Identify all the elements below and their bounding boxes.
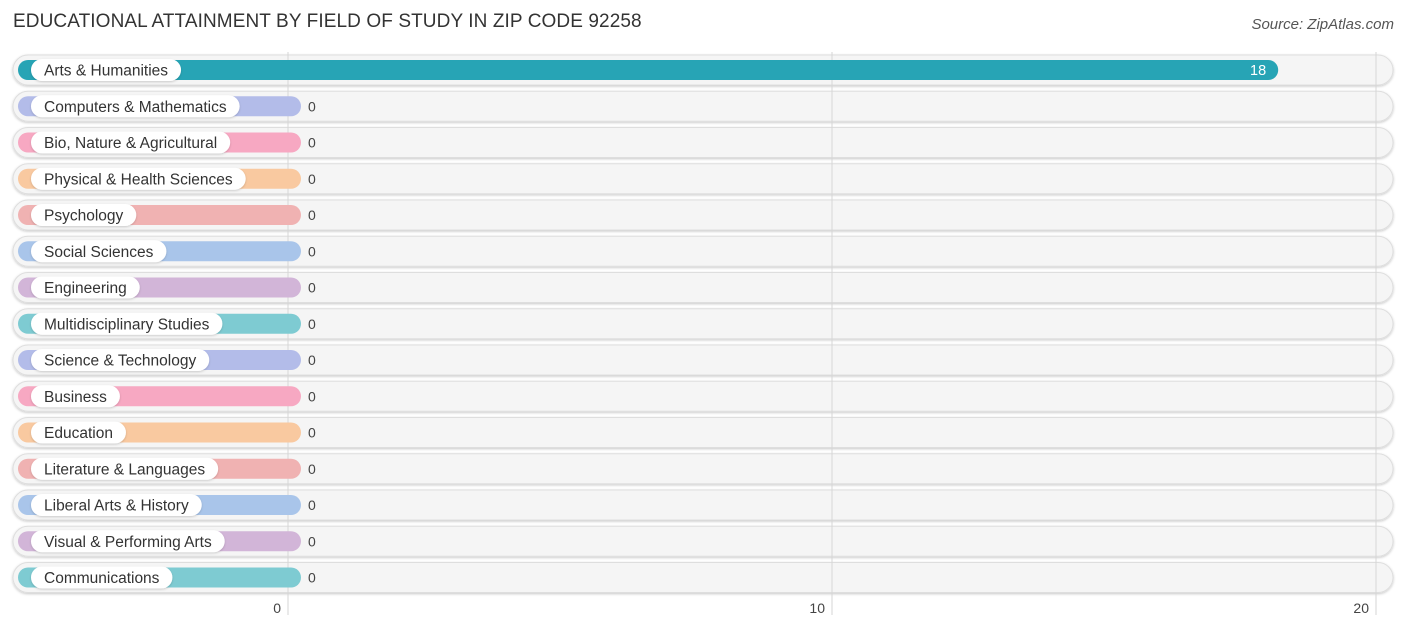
bar-group: Physical & Health Sciences 0 bbox=[18, 167, 316, 190]
value-label: 0 bbox=[308, 425, 316, 441]
bar-group: Engineering 0 bbox=[18, 276, 316, 299]
value-label: 18 bbox=[1250, 63, 1266, 79]
bar[interactable] bbox=[18, 60, 1279, 80]
bar-group: Communications 0 bbox=[18, 566, 316, 589]
x-tick-label: 0 bbox=[273, 600, 281, 616]
value-label: 0 bbox=[308, 533, 316, 549]
bar-group: Liberal Arts & History 0 bbox=[18, 494, 316, 516]
value-label: 0 bbox=[308, 461, 316, 477]
bar-group: Science & Technology 0 bbox=[18, 349, 316, 371]
x-tick-label: 10 bbox=[809, 600, 825, 616]
category-label: Business bbox=[44, 389, 107, 406]
bar-chart: Arts & Humanities 18 Computers & Mathemati… bbox=[12, 52, 1394, 616]
bar-group: Visual & Performing Arts 0 bbox=[18, 530, 316, 553]
value-label: 0 bbox=[308, 388, 316, 404]
category-label: Engineering bbox=[44, 280, 127, 297]
category-label: Psychology bbox=[44, 208, 124, 225]
bar-group: Bio, Nature & Agricultural 0 bbox=[18, 131, 316, 154]
bar-group: Multidisciplinary Studies 0 bbox=[18, 312, 316, 335]
category-label: Literature & Languages bbox=[44, 461, 205, 478]
value-label: 0 bbox=[308, 570, 316, 586]
value-label: 0 bbox=[308, 352, 316, 368]
category-label: Education bbox=[44, 425, 113, 442]
category-label: Social Sciences bbox=[44, 244, 154, 261]
category-label: Multidisciplinary Studies bbox=[44, 316, 210, 333]
bar-group: Arts & Humanities 18 bbox=[18, 59, 1279, 81]
value-label: 0 bbox=[308, 135, 316, 151]
value-label: 0 bbox=[308, 243, 316, 259]
x-axis-ticks: 0 10 20 bbox=[273, 600, 1369, 616]
category-label: Liberal Arts & History bbox=[44, 498, 189, 515]
category-label: Visual & Performing Arts bbox=[44, 534, 212, 551]
value-label: 0 bbox=[308, 98, 316, 114]
bar-group: Social Sciences 0 bbox=[18, 240, 316, 263]
category-label: Bio, Nature & Agricultural bbox=[44, 135, 217, 152]
value-label: 0 bbox=[308, 280, 316, 296]
x-tick-label: 20 bbox=[1353, 600, 1369, 616]
value-label: 0 bbox=[308, 497, 316, 513]
value-label: 0 bbox=[308, 207, 316, 223]
bar-group: Business 0 bbox=[18, 385, 316, 408]
value-label: 0 bbox=[308, 316, 316, 332]
bar-group: Computers & Mathematics 0 bbox=[18, 95, 316, 118]
value-label: 0 bbox=[308, 171, 316, 187]
bar-group: Psychology 0 bbox=[18, 204, 316, 226]
category-label: Communications bbox=[44, 570, 160, 587]
category-label: Physical & Health Sciences bbox=[44, 171, 233, 188]
category-label: Arts & Humanities bbox=[44, 63, 168, 80]
category-label: Science & Technology bbox=[44, 353, 196, 370]
category-label: Computers & Mathematics bbox=[44, 99, 227, 116]
bar-group: Education 0 bbox=[18, 421, 316, 444]
bar-group: Literature & Languages 0 bbox=[18, 457, 316, 480]
